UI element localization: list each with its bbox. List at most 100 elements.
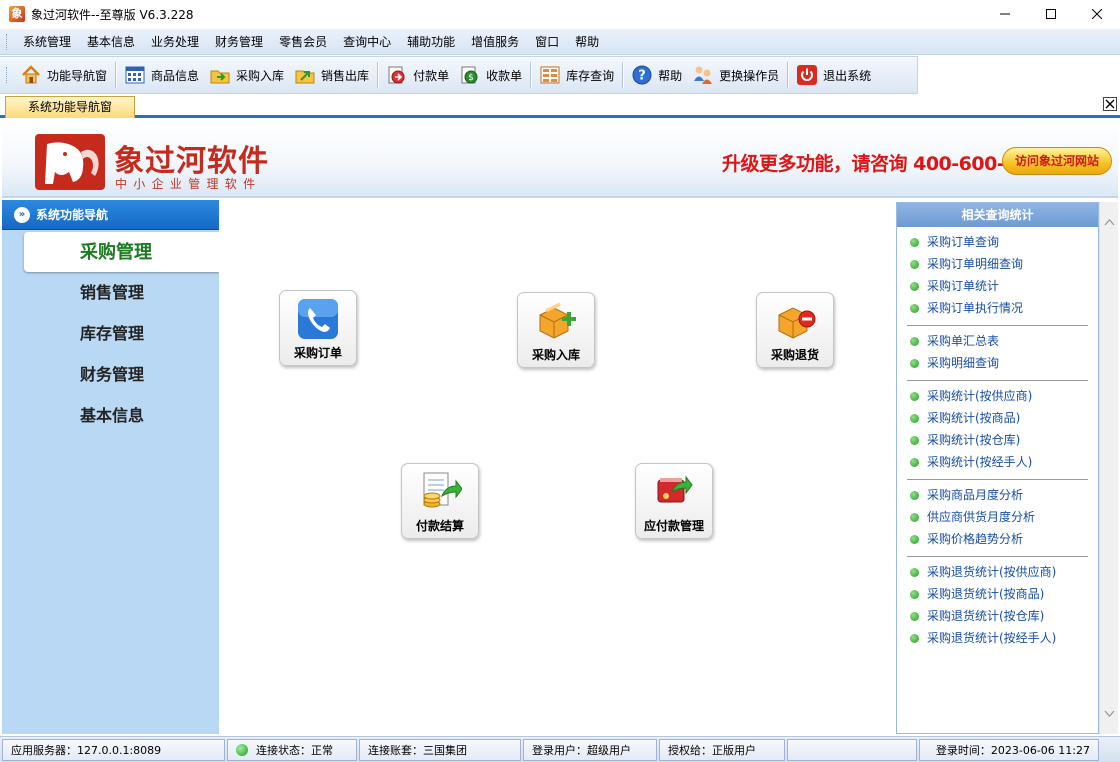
related-group: 采购统计(按供应商) 采购统计(按商品) 采购统计(按仓库) 采购统计(按经手人… — [907, 381, 1088, 480]
toolbar-sales-out-button[interactable]: 销售出库 — [289, 60, 374, 90]
related-link[interactable]: 采购统计(按商品) — [907, 407, 1088, 429]
menu-window[interactable]: 窗口 — [527, 29, 567, 55]
related-link[interactable]: 采购订单执行情况 — [907, 297, 1088, 319]
bullet-icon — [910, 336, 919, 346]
related-group: 采购单汇总表 采购明细查询 — [907, 326, 1088, 381]
bullet-icon — [910, 259, 919, 269]
svg-text:$: $ — [468, 73, 474, 83]
payable-management-button[interactable]: 应付款管理 — [635, 463, 713, 539]
box-remove-icon — [773, 299, 817, 343]
function-nav-sidebar: » 系统功能导航 采购管理 销售管理 库存管理 财务管理 基本信息 — [2, 200, 219, 734]
bullet-icon — [910, 457, 919, 467]
brand-tagline: 中小企业管理软件 — [115, 177, 262, 191]
payment-icon — [386, 64, 408, 86]
toolbar-switch-user-label: 更换操作员 — [719, 68, 780, 83]
related-scrollbar[interactable] — [1099, 202, 1118, 734]
related-link[interactable]: 采购退货统计(按经手人) — [907, 627, 1088, 649]
toolbar-purchase-in-button[interactable]: 采购入库 — [204, 60, 289, 90]
title-bar: 象 象过河软件--至尊版 V6.3.228 — [0, 0, 1120, 28]
related-link[interactable]: 采购订单明细查询 — [907, 253, 1088, 275]
double-chevron-icon: » — [14, 206, 30, 223]
maximize-icon — [1046, 9, 1056, 19]
close-icon — [1092, 9, 1102, 19]
related-link[interactable]: 采购退货统计(按供应商) — [907, 561, 1088, 583]
bullet-icon — [910, 589, 919, 599]
close-button[interactable] — [1074, 0, 1120, 28]
tab-close-button[interactable] — [1103, 97, 1117, 111]
toolbar-help-label: 帮助 — [658, 68, 683, 83]
menu-business[interactable]: 业务处理 — [143, 29, 207, 55]
menu-value-added[interactable]: 增值服务 — [463, 29, 527, 55]
purchase-in-label: 采购入库 — [531, 348, 580, 362]
menu-finance[interactable]: 财务管理 — [207, 29, 271, 55]
nav-item-finance[interactable]: 财务管理 — [2, 354, 219, 395]
related-link[interactable]: 采购退货统计(按仓库) — [907, 605, 1088, 627]
related-link[interactable]: 供应商供货月度分析 — [907, 506, 1088, 528]
toolbar-separator — [530, 62, 532, 88]
elephant-logo-icon — [35, 134, 105, 190]
bullet-icon — [910, 237, 919, 247]
purchase-return-button[interactable]: 采购退货 — [756, 292, 834, 368]
purchase-in-button[interactable]: 采购入库 — [517, 292, 595, 368]
bullet-icon — [910, 512, 919, 522]
toolbar-goods-button[interactable]: 商品信息 — [119, 60, 204, 90]
related-link[interactable]: 采购明细查询 — [907, 352, 1088, 374]
brand-name: 象过河软件 — [114, 144, 269, 179]
status-server: 应用服务器：127.0.0.1:8089 — [2, 738, 225, 761]
toolbar-separator — [622, 62, 624, 88]
related-link[interactable]: 采购商品月度分析 — [907, 484, 1088, 506]
menu-query[interactable]: 查询中心 — [335, 29, 399, 55]
toolbar-grip — [6, 67, 9, 83]
grid-icon — [124, 64, 146, 86]
related-link[interactable]: 采购统计(按供应商) — [907, 385, 1088, 407]
tab-function-nav[interactable]: 系统功能导航窗 — [5, 96, 135, 118]
menu-system[interactable]: 系统管理 — [15, 29, 79, 55]
bullet-icon — [910, 611, 919, 621]
related-link[interactable]: 采购单汇总表 — [907, 330, 1088, 352]
payable-management-label: 应付款管理 — [643, 519, 704, 533]
receipt-icon: $ — [459, 64, 481, 86]
related-query-panel: 相关查询统计 采购订单查询 采购订单明细查询 采购订单统计 采购订单执行情况 采… — [896, 202, 1099, 734]
toolbar-exit-button[interactable]: 退出系统 — [791, 60, 876, 90]
window-title: 象过河软件--至尊版 V6.3.228 — [31, 7, 194, 22]
nav-header: » 系统功能导航 — [2, 200, 219, 230]
related-link[interactable]: 采购统计(按经手人) — [907, 451, 1088, 473]
menu-help[interactable]: 帮助 — [567, 29, 607, 55]
svg-text:?: ? — [638, 69, 646, 84]
menu-basic-info[interactable]: 基本信息 — [79, 29, 143, 55]
minimize-icon — [1000, 13, 1010, 15]
home-icon — [20, 64, 42, 86]
payment-settle-label: 付款结算 — [415, 519, 464, 533]
folder-in-icon — [209, 64, 231, 86]
related-link[interactable]: 采购价格趋势分析 — [907, 528, 1088, 550]
toolbar-receipt-button[interactable]: $ 收款单 — [454, 60, 527, 90]
purchase-order-button[interactable]: 采购订单 — [279, 290, 357, 366]
related-link[interactable]: 采购订单查询 — [907, 231, 1088, 253]
toolbar-payment-button[interactable]: 付款单 — [381, 60, 454, 90]
toolbar-inventory-button[interactable]: 库存查询 — [534, 60, 619, 90]
related-link[interactable]: 采购退货统计(按商品) — [907, 583, 1088, 605]
nav-item-inventory[interactable]: 库存管理 — [2, 313, 219, 354]
related-link[interactable]: 采购订单统计 — [907, 275, 1088, 297]
scroll-down-icon[interactable] — [1100, 706, 1119, 724]
nav-item-basic-info[interactable]: 基本信息 — [2, 395, 219, 436]
phone-icon — [296, 297, 340, 341]
payment-settle-button[interactable]: 付款结算 — [401, 463, 479, 539]
maximize-button[interactable] — [1028, 0, 1074, 28]
menu-tools[interactable]: 辅助功能 — [399, 29, 463, 55]
minimize-button[interactable] — [982, 0, 1028, 28]
visit-website-button[interactable]: 访问象过河网站 — [1002, 147, 1112, 175]
power-icon — [796, 64, 818, 86]
status-account: 连接账套：三国集团 — [359, 738, 521, 761]
nav-item-sales[interactable]: 销售管理 — [2, 272, 219, 313]
purchase-return-label: 采购退货 — [770, 348, 819, 362]
toolbar-separator — [115, 62, 117, 88]
nav-item-purchase[interactable]: 采购管理 — [24, 232, 219, 272]
toolbar-separator — [377, 62, 379, 88]
menu-retail[interactable]: 零售会员 — [271, 29, 335, 55]
toolbar-nav-button[interactable]: 功能导航窗 — [15, 60, 112, 90]
toolbar-switch-user-button[interactable]: 更换操作员 — [687, 60, 784, 90]
toolbar-help-button[interactable]: ? 帮助 — [626, 60, 687, 90]
related-link[interactable]: 采购统计(按仓库) — [907, 429, 1088, 451]
scroll-up-icon[interactable] — [1100, 214, 1119, 232]
